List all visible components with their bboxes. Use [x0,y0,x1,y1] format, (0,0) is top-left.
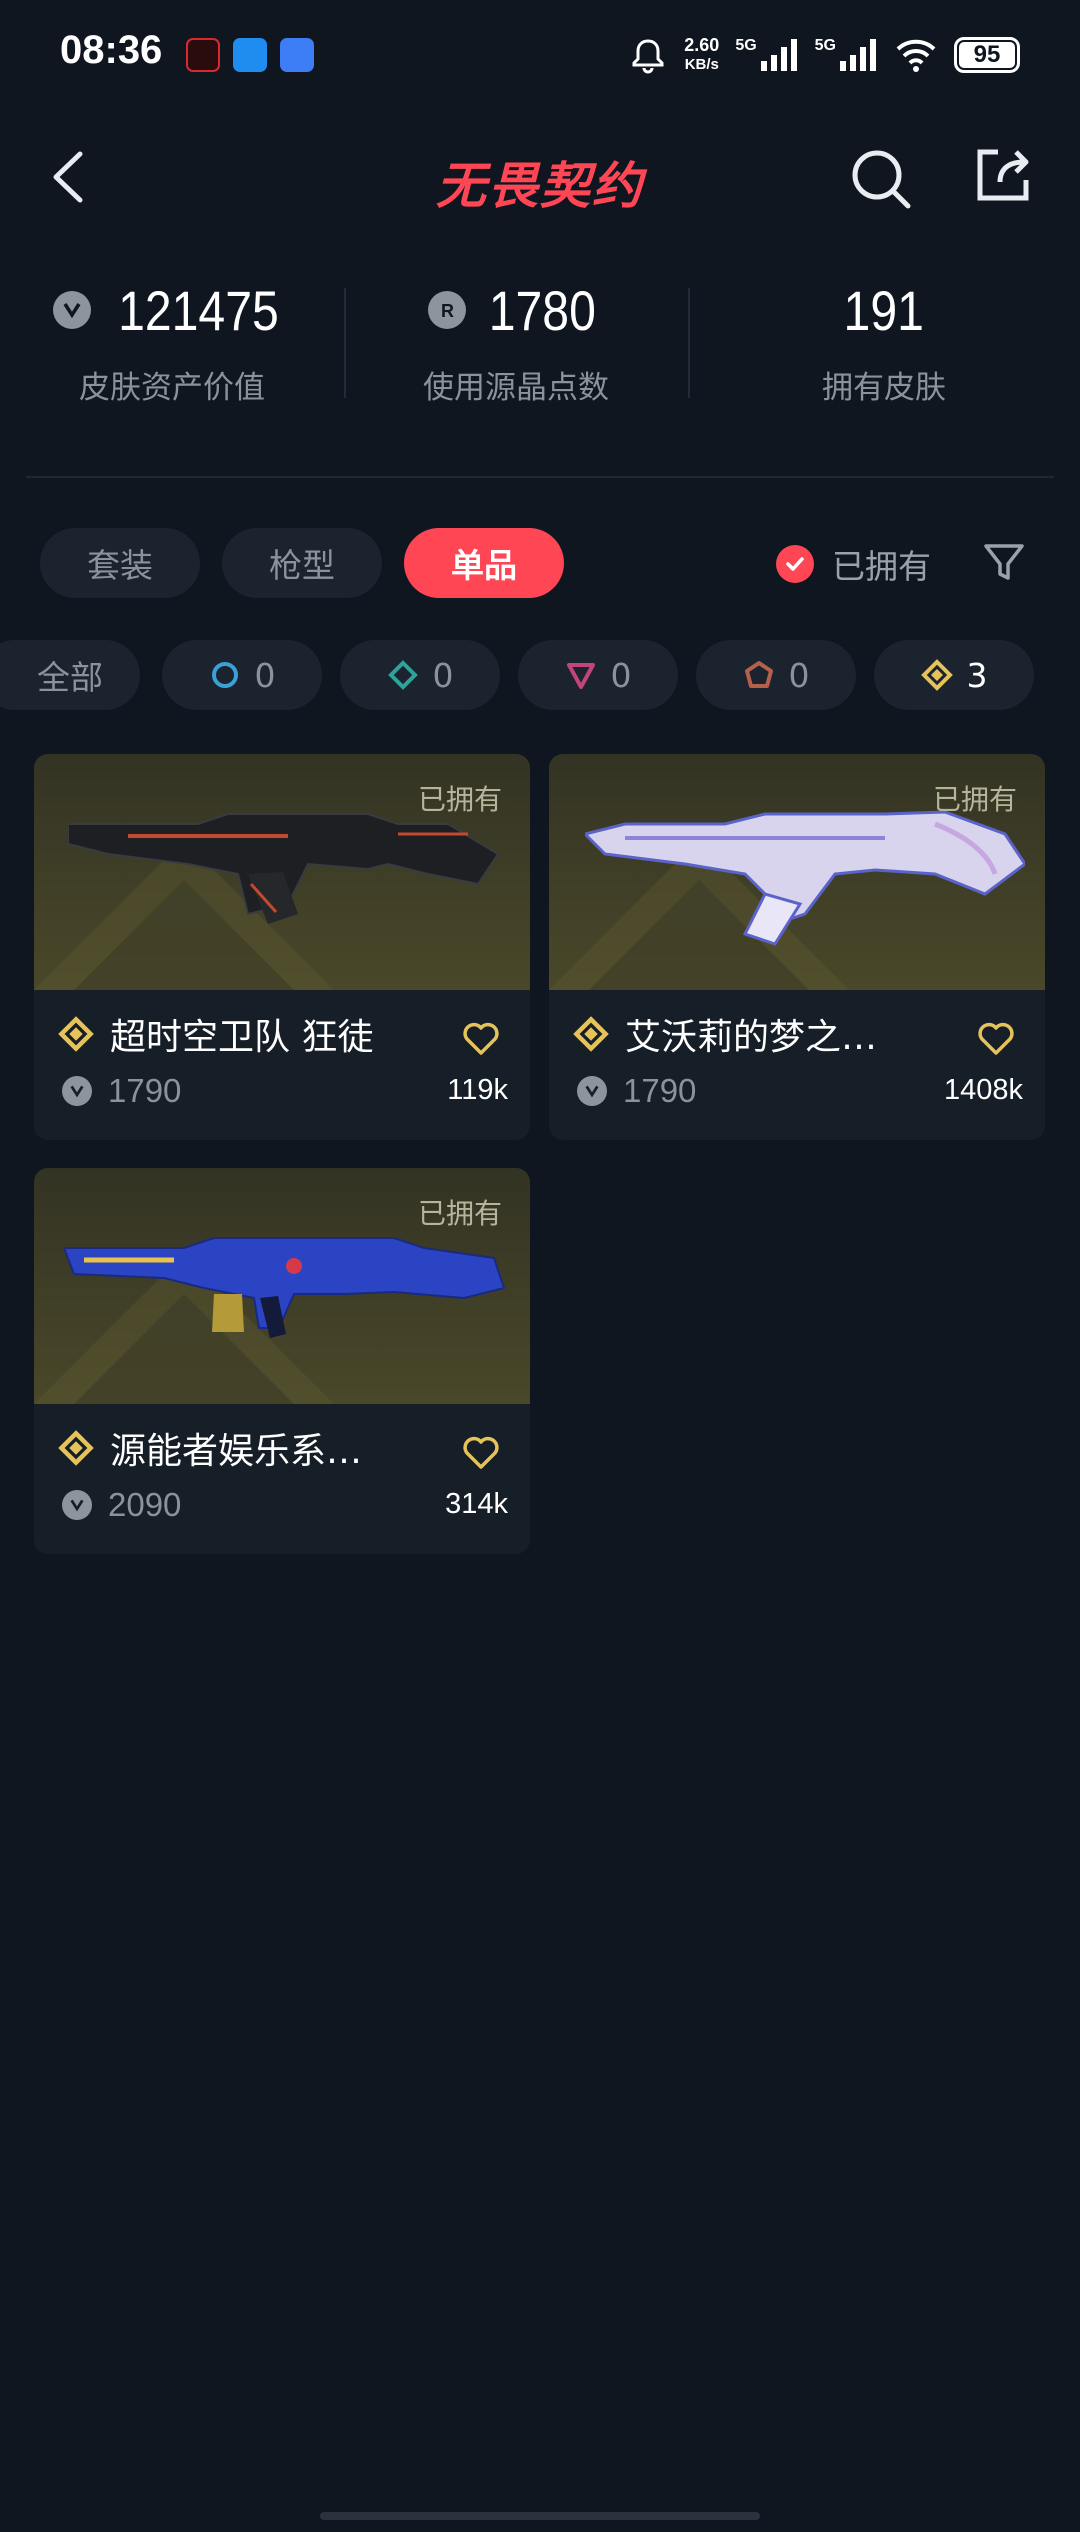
app-notification-icon-1 [186,38,220,72]
rarity-chip-deluxe[interactable]: 0 [340,640,500,710]
rarity-chip-count: 0 [254,655,276,695]
page-title: 无畏契约 [436,157,644,215]
select-tier-icon [211,662,238,688]
rarity-chip-label: 全部 [37,658,103,697]
skin-price: 2090 [108,1486,182,1523]
owned-filter-label: 已拥有 [832,547,931,586]
asset-stats: 121475 皮肤资产价值 R 1780 使用源晶点数 191 拥有皮肤 [0,270,1080,440]
stat-value: 191 [843,278,925,342]
radianite-icon: R [427,291,466,329]
network-speed-unit: KB/s [684,56,719,73]
skin-price-row: 1790 [62,1072,181,1110]
status-indicators: 2.60 KB/s 5G 5G 95 [628,30,1020,80]
owned-tag: 已拥有 [932,783,1017,816]
sim1-signal: 5G [735,37,798,73]
vp-coin-icon [62,1076,92,1106]
vp-coin-icon [52,291,91,329]
sim1-type: 5G [735,37,757,54]
skin-name-row: 超时空卫队 狂徒 [58,1006,506,1062]
rarity-filter-bar: 全部 0 0 0 0 3 [0,640,1080,716]
owned-tag: 已拥有 [417,1197,502,1230]
owned-filter-toggle[interactable]: 已拥有 [776,540,931,588]
owned-tag: 已拥有 [417,783,502,816]
rarity-chip-ultra[interactable]: 0 [696,640,856,710]
exclusive-tier-icon [58,1016,94,1052]
skin-name: 艾沃莉的梦之… [625,1017,878,1058]
exclusive-tier-icon [920,659,953,691]
signal-bars-icon [840,39,876,71]
stat-radianite-points: R 1780 使用源晶点数 [344,270,688,440]
filter-icon[interactable] [982,540,1026,584]
heart-icon[interactable] [462,1434,500,1470]
rarity-chip-count: 0 [610,655,632,695]
skin-name-row: 艾沃莉的梦之… [573,1006,1021,1062]
share-icon[interactable] [970,142,1036,208]
like-count: 314k [445,1488,508,1520]
skin-card[interactable]: 已拥有 超时空卫队 狂徒 1790 119k [34,754,530,1140]
status-time: 08:36 [60,28,163,72]
stat-label: 皮肤资产价值 [79,370,265,406]
skin-image: 已拥有 [549,754,1045,990]
rarity-chip-premium[interactable]: 0 [518,640,678,710]
skin-name: 超时空卫队 狂徒 [110,1017,374,1058]
like-count: 119k [447,1074,508,1106]
svg-text:R: R [441,301,454,321]
battery-indicator: 95 [954,37,1020,73]
like-count: 1408k [943,1074,1023,1106]
app-header: 无畏契约 [0,120,1080,240]
skin-price: 1790 [108,1072,182,1109]
app-notification-icon-3 [280,38,314,72]
vp-coin-icon [577,1076,607,1106]
rarity-chip-count: 0 [432,655,454,695]
rarity-chip-all[interactable]: 全部 [0,640,140,710]
category-tabs: 套装 枪型 单品 [40,528,564,598]
stat-value: 121475 [117,278,279,342]
exclusive-tier-icon [573,1016,609,1052]
stat-label: 使用源晶点数 [423,370,609,406]
exclusive-tier-icon [58,1430,94,1466]
alarm-bell-icon [632,39,664,74]
rarity-chip-exclusive[interactable]: 3 [874,640,1034,710]
odin-rifle-skin-icon [64,1237,506,1338]
tab-weapon-type[interactable]: 枪型 [222,528,382,598]
skin-name-row: 源能者娱乐系… [58,1420,506,1476]
skin-price-row: 1790 [577,1072,696,1110]
skin-price: 1790 [623,1072,697,1109]
skin-price-row: 2090 [62,1486,181,1524]
network-speed-value: 2.60 [684,35,720,55]
stat-value: 1780 [488,278,596,342]
search-icon[interactable] [848,146,914,212]
stat-skin-value: 121475 皮肤资产价值 [0,270,344,440]
rarity-chip-count: 3 [966,655,988,695]
stat-label: 拥有皮肤 [822,370,946,406]
rarity-chip-count: 0 [788,655,810,695]
wifi-icon [896,39,936,72]
signal-bars-icon [760,39,797,71]
deluxe-tier-icon [387,660,418,690]
vp-coin-icon [62,1490,92,1520]
app-notification-icon-2 [233,38,267,72]
skin-card[interactable]: 已拥有 源能者娱乐系… 2090 314k [34,1168,530,1554]
skin-card[interactable]: 已拥有 艾沃莉的梦之… 1790 1408k [549,754,1045,1140]
sim2-type: 5G [814,37,836,54]
network-speed: 2.60 KB/s [684,36,719,74]
status-bar: 08:36 2.60 KB/s 5G 5G 95 [0,0,1080,110]
skin-name: 源能者娱乐系… [110,1431,363,1472]
heart-icon[interactable] [462,1020,500,1056]
ultra-tier-icon [744,661,773,688]
premium-tier-icon [566,663,595,689]
rarity-chip-select[interactable]: 0 [162,640,322,710]
vandal-rifle-skin-icon [585,810,1025,946]
tab-bundle[interactable]: 套装 [40,528,200,598]
sim2-signal: 5G [815,37,878,73]
skin-image: 已拥有 [34,754,530,990]
section-divider [26,476,1054,478]
home-indicator[interactable] [320,2512,760,2520]
stat-owned-skins: 191 拥有皮肤 [688,270,1080,440]
heart-icon[interactable] [977,1020,1015,1056]
skin-image: 已拥有 [34,1168,530,1404]
tab-single-item[interactable]: 单品 [404,528,564,598]
checkmark-icon [776,545,814,583]
